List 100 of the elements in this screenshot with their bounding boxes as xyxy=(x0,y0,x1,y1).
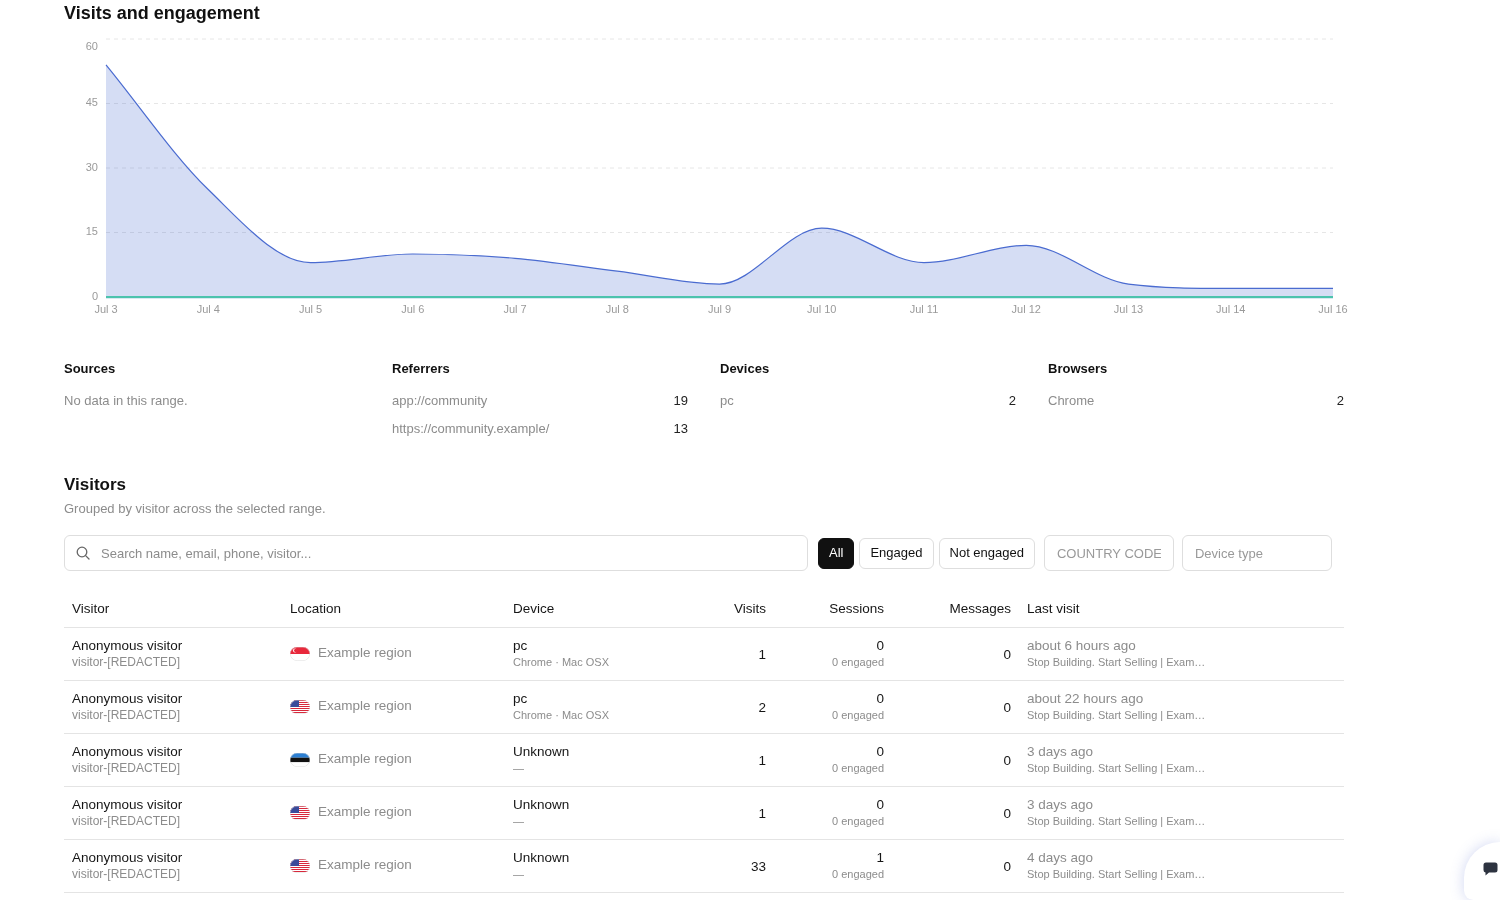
breakdown-title: Browsers xyxy=(1048,361,1109,377)
visits-count: 33 xyxy=(750,858,766,874)
last-page-title: Stop Building. Start Selling | Exam… xyxy=(1027,814,1207,829)
axis-tick-label: Jul 13 xyxy=(1113,302,1144,315)
location-text: Example region xyxy=(318,803,412,822)
chat-button[interactable] xyxy=(1464,842,1500,900)
sessions-count: 0 xyxy=(876,743,884,760)
column-header: Location xyxy=(290,601,342,617)
device-detail: — xyxy=(513,867,525,882)
last-visit-time: about 6 hours ago xyxy=(1027,637,1137,654)
breakdown-title: Sources xyxy=(64,361,117,377)
axis-tick-label: Jul 9 xyxy=(707,302,732,315)
axis-tick-label: 15 xyxy=(85,225,98,238)
chat-bubble-icon xyxy=(1483,862,1498,876)
sessions-count: 0 xyxy=(876,690,884,707)
column-header: Visitor xyxy=(72,601,110,617)
breakdown-title: Referrers xyxy=(392,361,451,377)
visitor-name: Anonymous visitor xyxy=(72,796,184,813)
search-field[interactable]: Search name, email, phone, visitor... xyxy=(64,535,808,571)
visitor-id: visitor-[REDACTED] xyxy=(72,813,181,829)
axis-tick-label: Jul 8 xyxy=(605,302,629,315)
breakdown-label: pc xyxy=(720,392,734,411)
engaged-count: 0 engaged xyxy=(832,761,884,776)
sessions-count: 1 xyxy=(876,849,884,866)
engaged-count: 0 engaged xyxy=(832,814,884,829)
engaged-count: 0 engaged xyxy=(832,655,884,670)
visitor-name: Anonymous visitor xyxy=(72,849,184,866)
visitor-id: visitor-[REDACTED] xyxy=(72,707,181,723)
last-visit-time: 3 days ago xyxy=(1027,743,1095,760)
breakdown-label: app://community xyxy=(392,392,488,411)
breakdown-label: Chrome xyxy=(1048,392,1095,411)
column-header: Messages xyxy=(949,601,1011,617)
device-detail: — xyxy=(513,814,525,829)
sessions-count: 0 xyxy=(876,637,884,654)
axis-tick-label: Jul 3 xyxy=(94,302,118,315)
device-detail: Chrome · Mac OSX xyxy=(513,708,610,723)
chart-title: Visits and engagement xyxy=(64,2,261,25)
device-name: pc xyxy=(513,637,529,654)
last-page-title: Stop Building. Start Selling | Exam… xyxy=(1027,867,1207,882)
visits-count: 1 xyxy=(758,752,766,768)
breakdown-count: 2 xyxy=(1336,392,1344,411)
last-visit-time: 3 days ago xyxy=(1027,796,1095,813)
last-visit-time: about 22 hours ago xyxy=(1027,690,1145,707)
axis-tick-label: 60 xyxy=(85,39,98,52)
engaged-count: 0 engaged xyxy=(832,708,884,723)
column-header: Visits xyxy=(734,601,766,617)
last-visit-time: 4 days ago xyxy=(1027,849,1095,866)
axis-tick-label: Jul 7 xyxy=(503,302,527,315)
axis-tick-label: Jul 14 xyxy=(1216,302,1246,315)
device-detail: — xyxy=(513,761,525,776)
messages-count: 0 xyxy=(1003,858,1011,874)
axis-tick-label: Jul 16 xyxy=(1318,302,1348,315)
axis-tick-label: Jul 11 xyxy=(909,302,939,315)
location-text: Example region xyxy=(318,856,412,875)
device-name: pc xyxy=(513,690,529,707)
location-text: Example region xyxy=(318,644,412,663)
axis-tick-label: Jul 10 xyxy=(807,302,837,315)
sessions-count: 0 xyxy=(876,796,884,813)
device-name: Unknown xyxy=(513,849,571,866)
engaged-count: 0 engaged xyxy=(832,867,884,882)
country-code-field[interactable]: COUNTRY CODE xyxy=(1043,535,1174,571)
axis-tick-label: 0 xyxy=(91,289,98,302)
visitor-id: visitor-[REDACTED] xyxy=(72,760,181,776)
visits-count: 1 xyxy=(758,805,766,821)
location-text: Example region xyxy=(318,750,412,769)
section-title: Visitors xyxy=(64,474,128,496)
device-type-field[interactable]: Device type xyxy=(1181,535,1332,571)
breakdown-label: https://community.example/ xyxy=(392,420,550,439)
messages-count: 0 xyxy=(1003,752,1011,768)
column-header: Device xyxy=(513,601,555,617)
column-header: Last visit xyxy=(1027,601,1080,617)
breakdown-title: Devices xyxy=(720,361,771,377)
last-page-title: Stop Building. Start Selling | Exam… xyxy=(1027,708,1207,723)
axis-tick-label: 45 xyxy=(85,96,98,109)
filter-button[interactable]: Not engaged xyxy=(938,537,1035,569)
visitor-name: Anonymous visitor xyxy=(72,690,184,707)
breakdown-count: 2 xyxy=(1008,392,1016,411)
breakdown-count: 13 xyxy=(673,420,688,439)
axis-tick-label: 30 xyxy=(85,160,98,173)
axis-tick-label: Jul 4 xyxy=(196,302,220,315)
messages-count: 0 xyxy=(1003,805,1011,821)
device-name: Unknown xyxy=(513,743,571,760)
visitor-id: visitor-[REDACTED] xyxy=(72,654,181,670)
last-page-title: Stop Building. Start Selling | Exam… xyxy=(1027,761,1207,776)
axis-tick-label: Jul 6 xyxy=(401,302,425,315)
filter-button[interactable]: Engaged xyxy=(859,537,934,569)
visitor-id: visitor-[REDACTED] xyxy=(72,866,181,882)
column-header: Sessions xyxy=(829,601,884,617)
visits-count: 1 xyxy=(758,646,766,662)
visits-count: 2 xyxy=(758,699,766,715)
device-name: Unknown xyxy=(513,796,571,813)
axis-tick-label: Jul 12 xyxy=(1011,302,1041,315)
messages-count: 0 xyxy=(1003,646,1011,662)
filter-button[interactable]: All xyxy=(818,537,855,569)
empty-state-text: No data in this range. xyxy=(64,392,188,411)
messages-count: 0 xyxy=(1003,699,1011,715)
breakdown-count: 19 xyxy=(673,392,688,411)
last-page-title: Stop Building. Start Selling | Exam… xyxy=(1027,655,1207,670)
section-subtitle: Grouped by visitor across the selected range. xyxy=(64,500,327,518)
visitor-name: Anonymous visitor xyxy=(72,637,184,654)
